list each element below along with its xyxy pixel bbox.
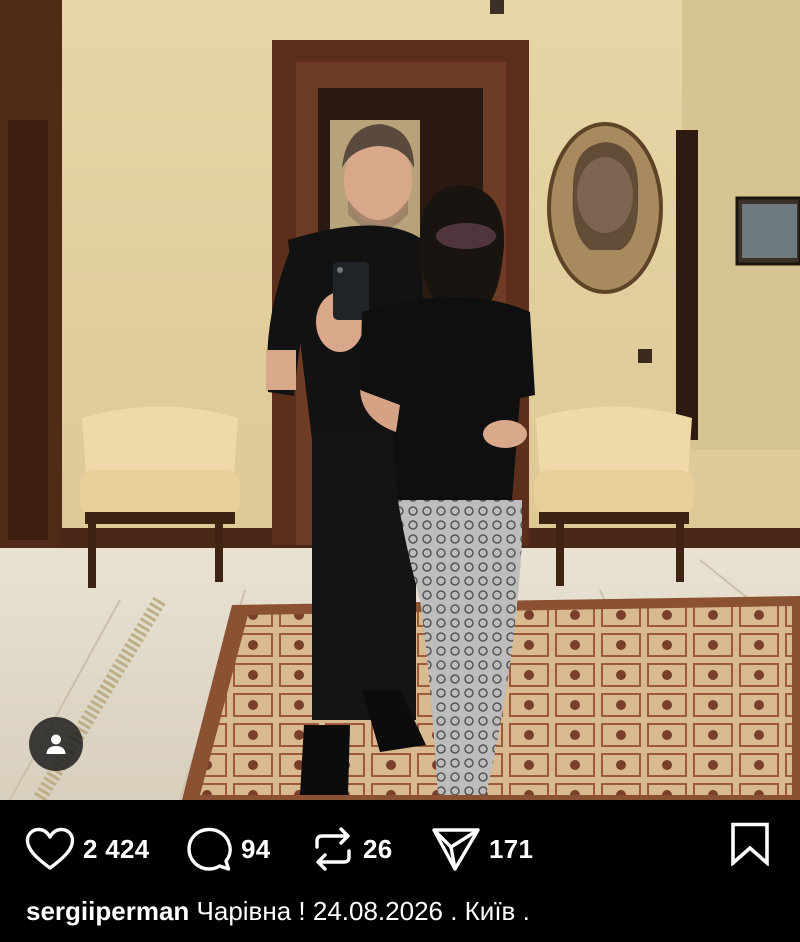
post-photo[interactable] (0, 0, 800, 800)
user-tag-button[interactable] (29, 717, 83, 771)
comment-button[interactable]: 94 (185, 824, 271, 874)
comment-count: 94 (241, 833, 271, 864)
repost-arrows-icon (315, 827, 351, 871)
repost-count: 26 (363, 833, 393, 864)
caption-username[interactable]: sergiiperman (26, 896, 189, 926)
share-count: 171 (489, 833, 534, 864)
heart-icon (25, 827, 75, 870)
repost-button[interactable]: 26 (311, 824, 393, 874)
like-button[interactable]: 2 424 (25, 824, 150, 874)
photo-illustration (0, 0, 800, 800)
share-button[interactable]: 171 (431, 824, 533, 874)
person-icon (46, 734, 66, 754)
post-actions-bar: 2 424 94 26 171 (0, 800, 800, 900)
caption-text: Чарівна ! 24.08.2026 . Київ . (196, 896, 530, 926)
send-paper-plane-icon (432, 828, 480, 871)
bookmark-button[interactable] (730, 822, 770, 871)
bookmark-icon (731, 822, 769, 867)
comment-bubble-icon (187, 827, 232, 871)
like-count: 2 424 (83, 833, 150, 864)
post-caption: sergiiperman Чарівна ! 24.08.2026 . Київ… (26, 896, 530, 927)
